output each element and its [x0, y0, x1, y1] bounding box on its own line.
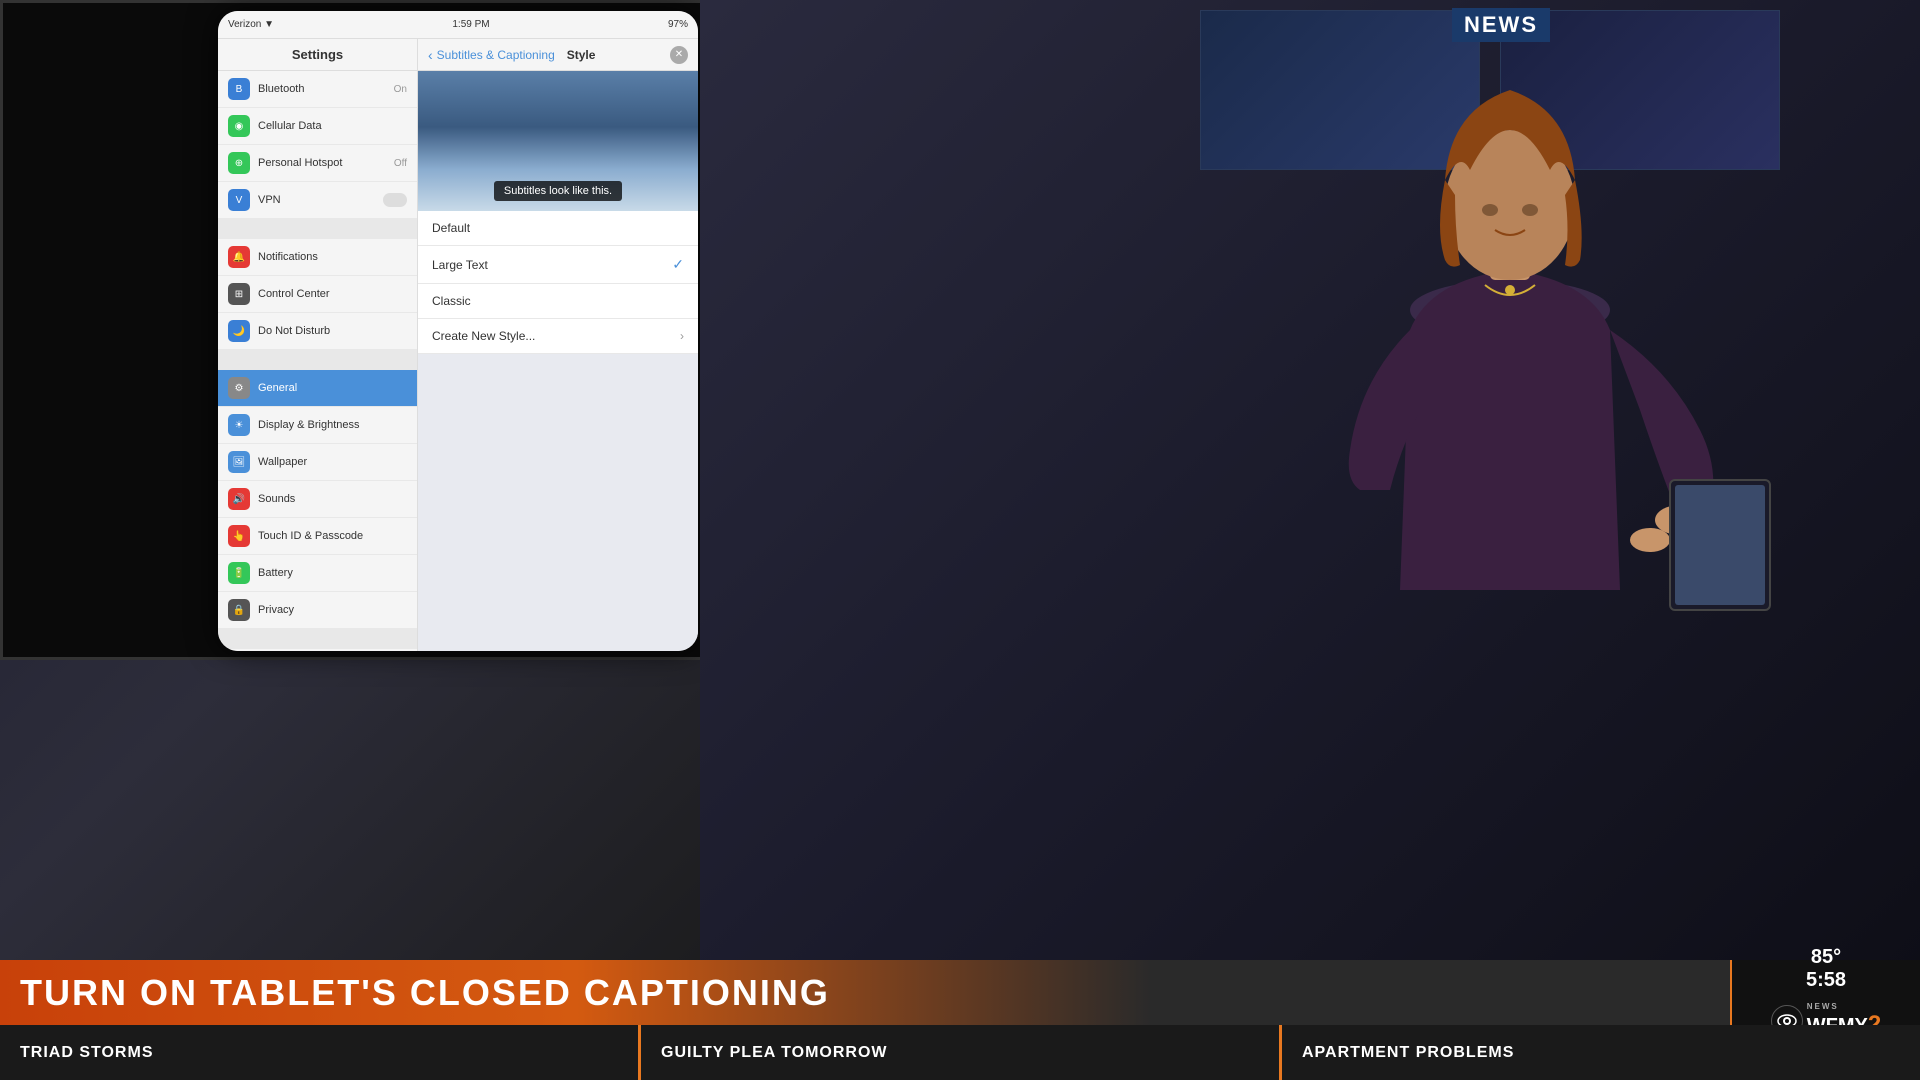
back-arrow-icon: ‹ [428, 47, 433, 63]
ipad-display: Verizon ▼ 1:59 PM 97% Settings B Bluetoo… [218, 11, 698, 651]
sidebar-item-battery[interactable]: 🔋 Battery [218, 555, 417, 592]
privacy-icon: 🔒 [228, 599, 250, 621]
person-container [1160, 30, 1860, 665]
style-option-default[interactable]: Default [418, 211, 698, 246]
bottom-logo-container: 85° 5:58 NEWS WFMY [1730, 960, 1920, 1025]
sidebar-item-cellular[interactable]: ◉ Cellular Data [218, 108, 417, 145]
sidebar-item-bluetooth[interactable]: B Bluetooth On [218, 71, 417, 108]
ipad-status-bar: Verizon ▼ 1:59 PM 97% [218, 11, 698, 39]
divider-3 [218, 629, 417, 649]
sounds-label: Sounds [258, 493, 407, 505]
control-center-label: Control Center [258, 288, 407, 300]
news-label: NEWS [1807, 1002, 1881, 1011]
wallpaper-label: Wallpaper [258, 456, 407, 468]
ipad-settings-layout: Settings B Bluetooth On ◉ Cellular Data … [218, 39, 698, 651]
hotspot-icon: ⊕ [228, 152, 250, 174]
notifications-icon: 🔔 [228, 246, 250, 268]
close-icon: ✕ [675, 49, 683, 60]
battery-label: Battery [258, 567, 407, 579]
settings-title: Settings [218, 39, 417, 71]
display-icon: ☀ [228, 414, 250, 436]
sidebar-item-touch-id[interactable]: 👆 Touch ID & Passcode [218, 518, 417, 555]
close-button[interactable]: ✕ [670, 46, 688, 64]
wallpaper-icon: 🖼 [228, 451, 250, 473]
sounds-icon: 🔊 [228, 488, 250, 510]
style-large-text-label: Large Text [432, 258, 672, 272]
content-nav-bar: ‹ Subtitles & Captioning Style ✕ [418, 39, 698, 71]
subtitle-preview-text: Subtitles look like this. [494, 181, 622, 201]
cellular-label: Cellular Data [258, 120, 407, 132]
headline-bar: TURN ON TABLET'S CLOSED CAPTIONING 85° 5… [0, 960, 1920, 1025]
checkmark-icon: ✓ [672, 256, 684, 273]
style-option-create-new[interactable]: Create New Style... › [418, 319, 698, 354]
style-create-new-label: Create New Style... [432, 329, 680, 343]
sidebar-item-control-center[interactable]: ⊞ Control Center [218, 276, 417, 313]
weather-info: 85° 5:58 [1806, 946, 1846, 992]
sidebar-item-hotspot[interactable]: ⊕ Personal Hotspot Off [218, 145, 417, 182]
sidebar-item-display[interactable]: ☀ Display & Brightness [218, 407, 417, 444]
display-label: Display & Brightness [258, 419, 407, 431]
style-option-large-text[interactable]: Large Text ✓ [418, 246, 698, 284]
do-not-disturb-icon: 🌙 [228, 320, 250, 342]
news-bar: TURN ON TABLET'S CLOSED CAPTIONING 85° 5… [0, 960, 1920, 1080]
do-not-disturb-label: Do Not Disturb [258, 325, 407, 337]
sidebar-item-vpn[interactable]: V VPN [218, 182, 417, 219]
ticker-item-1: TRIAD STORMS [0, 1025, 641, 1080]
sidebar-item-privacy[interactable]: 🔒 Privacy [218, 592, 417, 629]
hotspot-value: Off [394, 158, 407, 169]
person-silhouette [1160, 30, 1860, 660]
sidebar-item-notifications[interactable]: 🔔 Notifications [218, 239, 417, 276]
nav-title: Style [567, 48, 596, 62]
vpn-toggle[interactable] [383, 193, 407, 207]
studio-right: NEWS [700, 0, 1920, 1080]
bg-screen-1-label [1201, 11, 1479, 31]
sidebar-item-icloud[interactable]: ☁ iCloud [218, 649, 417, 651]
headline-text: TURN ON TABLET'S CLOSED CAPTIONING [20, 972, 830, 1014]
style-option-classic[interactable]: Classic [418, 284, 698, 319]
vpn-label: VPN [258, 194, 383, 206]
temperature: 85° [1811, 946, 1841, 969]
battery-icon: 🔋 [228, 562, 250, 584]
privacy-label: Privacy [258, 604, 407, 616]
settings-content: ‹ Subtitles & Captioning Style ✕ Subtitl… [418, 39, 698, 651]
general-label: General [258, 382, 407, 394]
style-default-label: Default [432, 221, 684, 235]
sidebar-item-wallpaper[interactable]: 🖼 Wallpaper [218, 444, 417, 481]
time-label: 1:59 PM [452, 19, 489, 30]
tv-monitor: Verizon ▼ 1:59 PM 97% Settings B Bluetoo… [0, 0, 760, 660]
bluetooth-icon: B [228, 78, 250, 100]
battery-label: 97% [668, 19, 688, 30]
touch-id-icon: 👆 [228, 525, 250, 547]
bluetooth-value: On [394, 84, 407, 95]
divider-1 [218, 219, 417, 239]
sidebar-item-sounds[interactable]: 🔊 Sounds [218, 481, 417, 518]
ticker-item-2: GUILTY PLEA TOMORROW [641, 1025, 1282, 1080]
hotspot-label: Personal Hotspot [258, 157, 394, 169]
carrier-label: Verizon ▼ [228, 19, 274, 30]
notifications-label: Notifications [258, 251, 407, 263]
divider-2 [218, 350, 417, 370]
ticker-item-3: APARTMENT PROBLEMS [1282, 1025, 1920, 1080]
touch-id-label: Touch ID & Passcode [258, 530, 407, 542]
bluetooth-label: Bluetooth [258, 83, 394, 95]
style-classic-label: Classic [432, 294, 684, 308]
sidebar-item-general[interactable]: ⚙ General [218, 370, 417, 407]
sidebar-item-do-not-disturb[interactable]: 🌙 Do Not Disturb [218, 313, 417, 350]
vpn-icon: V [228, 189, 250, 211]
nav-back-label[interactable]: Subtitles & Captioning [437, 48, 555, 62]
style-options-list: Default Large Text ✓ Classic Create New … [418, 211, 698, 354]
settings-sidebar: Settings B Bluetooth On ◉ Cellular Data … [218, 39, 418, 651]
general-icon: ⚙ [228, 377, 250, 399]
cellular-icon: ◉ [228, 115, 250, 137]
control-center-icon: ⊞ [228, 283, 250, 305]
chevron-right-icon: › [680, 329, 684, 343]
time-display: 5:58 [1806, 969, 1846, 992]
subtitle-preview: Subtitles look like this. [418, 71, 698, 211]
ticker-bar: TRIAD STORMS GUILTY PLEA TOMORROW APARTM… [0, 1025, 1920, 1080]
